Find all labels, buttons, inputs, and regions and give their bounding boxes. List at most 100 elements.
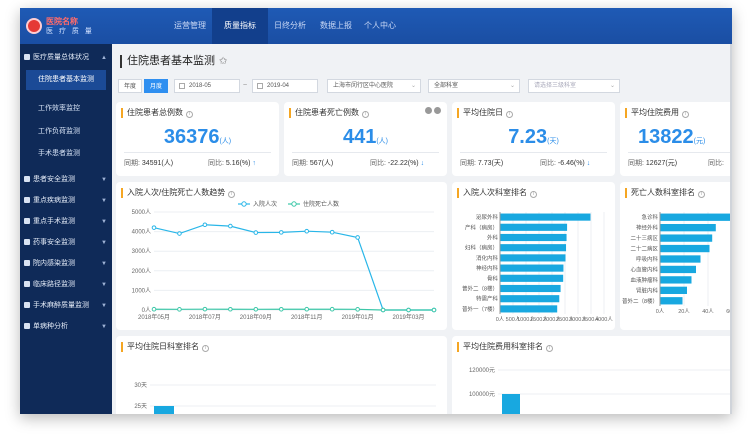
sidebar-item-anesthesia[interactable]: 手术麻醉质量监测 ▼ — [20, 296, 112, 316]
data-point[interactable] — [431, 307, 437, 313]
data-point[interactable] — [177, 307, 182, 312]
end-month-field[interactable]: 2019-04 — [252, 79, 318, 93]
sidebar-item-label: 单病种分析 — [33, 323, 68, 330]
data-point[interactable] — [355, 235, 360, 240]
hospital-select[interactable]: 上海市闵行区中心医院 ⌄ — [327, 79, 421, 93]
kpi-yoy-value: 12627(元) — [645, 160, 678, 167]
sidebar-item-key-disease[interactable]: 重点疾病监测 ▼ — [20, 191, 112, 211]
data-point[interactable] — [202, 222, 208, 228]
chevron-down-icon: ▼ — [101, 324, 107, 330]
kpi-title-text: 平均住院日 — [463, 108, 503, 117]
bar[interactable] — [500, 284, 561, 293]
bar[interactable] — [660, 265, 696, 274]
info-icon[interactable]: i — [682, 111, 689, 118]
avg-stay-rank-card: 平均住院日科室排名i 15天20天25天30天 — [116, 336, 447, 414]
sidebar-item-key-surgery[interactable]: 重点手术监测 ▼ — [20, 212, 112, 232]
star-icon[interactable]: ✩ — [219, 56, 227, 67]
sidebar-icon — [24, 218, 30, 224]
series-line — [153, 224, 434, 311]
sidebar-subitem-inpatient-basic[interactable]: 住院患者基本监测 — [26, 70, 106, 90]
data-point[interactable] — [355, 307, 360, 312]
data-point[interactable] — [177, 231, 182, 236]
data-point[interactable] — [329, 229, 335, 235]
sidebar-item-single-disease[interactable]: 单病种分析 ▼ — [20, 317, 112, 337]
bar[interactable] — [154, 406, 174, 414]
chevron-down-icon: ▼ — [101, 198, 107, 204]
avg-cost-rank-chart: 60000元80000元100000元120000元 — [469, 367, 732, 414]
data-point[interactable] — [228, 306, 233, 312]
sidebar-item-label: 手术麻醉质量监测 — [33, 302, 89, 309]
bar[interactable] — [500, 244, 567, 252]
bar[interactable] — [500, 233, 567, 242]
bar[interactable] — [502, 394, 520, 414]
sidebar-item-drug-safety[interactable]: 药事安全监测 ▼ — [20, 233, 112, 253]
bar[interactable] — [500, 213, 591, 221]
bar[interactable] — [660, 244, 710, 253]
x-tick-label: 2018年11月 — [291, 313, 323, 321]
bar[interactable] — [500, 274, 564, 282]
data-point[interactable] — [329, 306, 335, 312]
bar[interactable] — [660, 224, 716, 232]
nav-item-1[interactable]: 质量指标 — [212, 8, 268, 44]
nav-item-0[interactable]: 运营管理 — [162, 8, 218, 44]
bar[interactable] — [500, 264, 564, 272]
data-point[interactable] — [304, 306, 310, 312]
info-icon[interactable]: i — [186, 111, 193, 118]
page-title-text: 住院患者基本监测 — [127, 55, 215, 67]
sidebar-item-patient-safety[interactable]: 患者安全监测 ▼ — [20, 170, 112, 190]
data-point[interactable] — [278, 306, 284, 312]
category-label: 产科（病房） — [465, 223, 498, 231]
data-point[interactable] — [202, 306, 208, 312]
sidebar-subitem-workload[interactable]: 工作负荷监测 — [20, 122, 112, 142]
kpi-unit: (人) — [219, 138, 232, 145]
info-icon[interactable]: i — [362, 111, 369, 118]
nav-item-4[interactable]: 个人中心 — [352, 8, 408, 44]
data-point[interactable] — [228, 223, 233, 229]
more-icon[interactable] — [434, 107, 441, 114]
legend-label[interactable]: 住院死亡人数 — [303, 200, 339, 208]
bar[interactable] — [660, 213, 731, 221]
bar[interactable] — [500, 305, 558, 313]
data-point[interactable] — [278, 230, 284, 235]
bar[interactable] — [500, 254, 566, 262]
category-label: 特需产科 — [476, 295, 499, 303]
dept-select[interactable]: 全部科室 ⌄ — [428, 79, 520, 93]
start-month-field[interactable]: 2018-05 — [174, 79, 240, 93]
sidebar-item-infection[interactable]: 院内感染监测 ▼ — [20, 254, 112, 274]
sidebar-item-quality-overview[interactable]: 医疗质量总体状况 ▲ — [20, 48, 112, 68]
bar[interactable] — [660, 276, 692, 284]
bar[interactable] — [660, 255, 701, 263]
bar[interactable] — [500, 295, 560, 303]
data-point[interactable] — [406, 307, 411, 313]
kpi-mom-label: 同比: — [708, 160, 724, 167]
sidebar-subitem-efficiency[interactable]: 工作效率监控 — [20, 99, 112, 119]
date-separator: ~ — [243, 82, 248, 89]
data-point[interactable] — [253, 230, 259, 235]
legend-label[interactable]: 入院人次 — [253, 200, 277, 208]
bar[interactable] — [660, 234, 713, 242]
category-label: 神经外科 — [636, 224, 659, 232]
sidebar-subitem-surgery-patients[interactable]: 手术患者监测 — [20, 144, 112, 164]
sidebar-item-clinical-path[interactable]: 临床路径监测 ▼ — [20, 275, 112, 295]
kpi-number: 7.23 — [508, 126, 548, 148]
admission-rank-card: 入院人次科室排名 i 0人 500人 1000人 1500人 2000人 2500人 3000… — [452, 182, 615, 330]
chevron-down-icon: ▼ — [101, 282, 107, 288]
data-point[interactable] — [253, 306, 259, 312]
dept3-select[interactable]: 请选择三级科室 ⌄ — [528, 79, 620, 93]
month-button[interactable]: 月度 — [144, 79, 168, 93]
scrollbar[interactable] — [730, 44, 732, 414]
legend-marker — [241, 201, 247, 207]
data-point[interactable] — [151, 225, 157, 230]
data-point[interactable] — [380, 307, 386, 313]
info-icon[interactable]: i — [506, 111, 513, 118]
settings-icon[interactable] — [425, 107, 432, 114]
data-point[interactable] — [151, 306, 157, 312]
admission-rank-chart: 0人 500人1000人1500人2000人2500人3000人3500人4000… — [462, 212, 613, 323]
bar[interactable] — [660, 286, 687, 294]
data-point[interactable] — [304, 228, 310, 234]
year-button[interactable]: 年度 — [118, 79, 142, 93]
bar[interactable] — [500, 223, 568, 231]
x-tick-label: 20人 — [678, 308, 690, 315]
legend-marker — [291, 201, 297, 207]
bar[interactable] — [660, 297, 683, 305]
